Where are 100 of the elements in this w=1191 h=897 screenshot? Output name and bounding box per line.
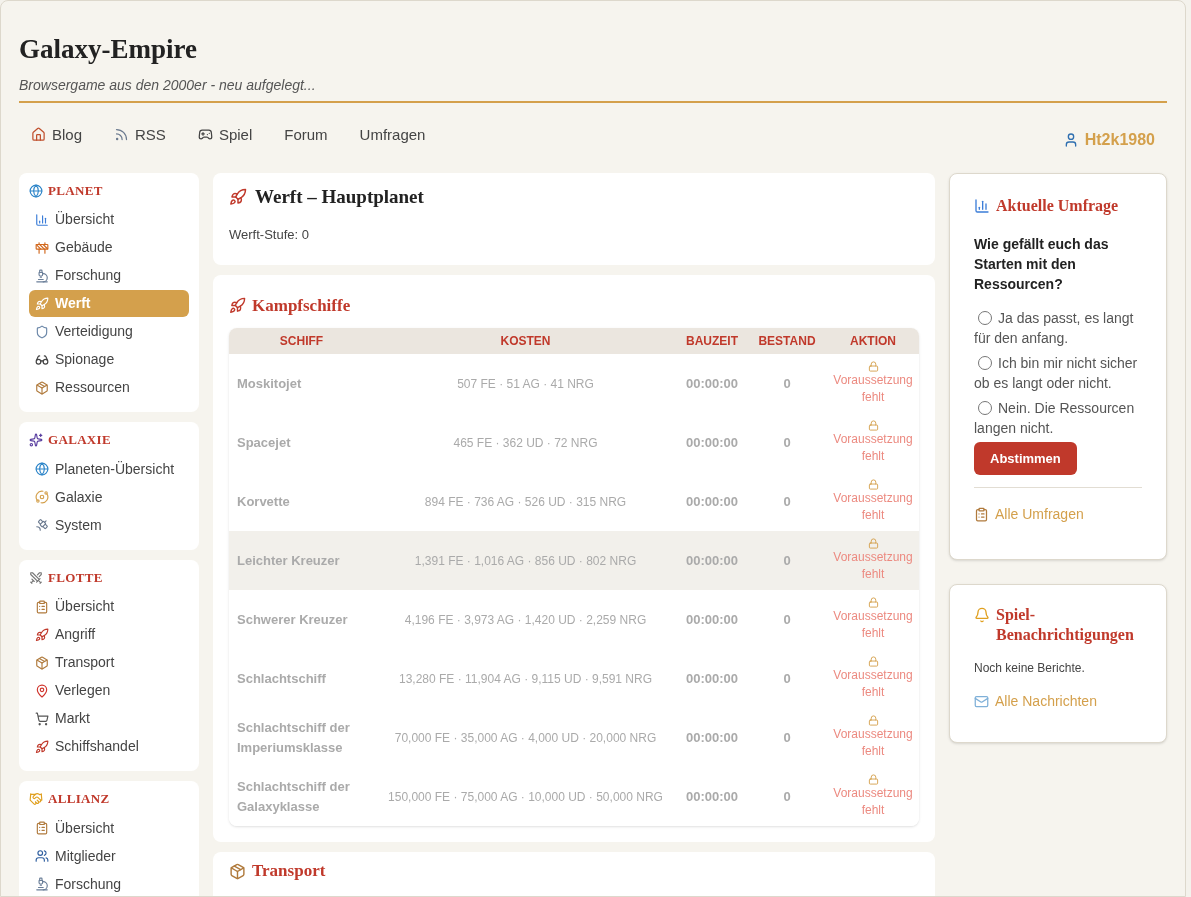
ship-cost: 465 FE · 362 UD · 72 NRG (452, 434, 599, 452)
notifications-title-text: Spiel-Benachrichtigungen (996, 604, 1135, 645)
sidebar-item[interactable]: Galaxie (29, 483, 189, 511)
requirement-missing: Voraussetzung fehlt (832, 549, 914, 584)
ship-stock: 0 (782, 670, 792, 688)
build-time: 00:00:00 (684, 552, 739, 570)
ship-cost: 70,000 FE · 35,000 AG · 4,000 UD · 20,000 NRG (393, 729, 658, 747)
bar-chart-icon (35, 212, 49, 227)
requirement-missing: Voraussetzung fehlt (832, 490, 914, 525)
sidebar-item[interactable]: Übersicht (29, 593, 189, 621)
poll-option[interactable]: Ich bin mir nicht sicher ob es langt oder nicht. (974, 352, 1142, 393)
build-time: 00:00:00 (684, 729, 739, 747)
poll-option[interactable]: Ja das passt, es langt für den anfang. (974, 307, 1142, 348)
nav-link[interactable]: Spiel (197, 123, 253, 146)
build-time: 00:00:00 (684, 375, 739, 393)
build-time: 00:00:00 (684, 493, 739, 511)
ship-cost: 150,000 FE · 75,000 AG · 10,000 UD · 50,000 NRG (387, 788, 664, 806)
clipboard-icon (35, 599, 49, 614)
page-title: Werft – Hauptplanet (229, 182, 919, 212)
column-header: SCHIFF (278, 333, 325, 351)
box-icon (35, 655, 49, 670)
sidebar-item[interactable]: System (29, 511, 189, 539)
ship-name: Korvette (236, 492, 291, 511)
sidebar-item[interactable]: Forschung (29, 262, 189, 290)
ship-stock: 0 (782, 375, 792, 393)
sidebar-item[interactable]: Verlegen (29, 677, 189, 705)
sidebar-item[interactable]: Spionage (29, 346, 189, 374)
sidebar-item[interactable]: Gebäude (29, 234, 189, 262)
poll-title: Aktuelle Umfrage (974, 193, 1142, 218)
ship-name: Schlachtschiff der Imperiumsklasse (236, 718, 351, 757)
shield-icon (35, 324, 49, 339)
section-title: Transport (252, 860, 326, 883)
sidebar-item[interactable]: Übersicht (29, 206, 189, 234)
ship-stock: 0 (782, 493, 792, 511)
ship-name: Schwerer Kreuzer (236, 610, 349, 629)
requirement-missing: Voraussetzung fehlt (832, 608, 914, 643)
sidebar-item[interactable]: Angriff (29, 621, 189, 649)
pin-icon (35, 683, 49, 698)
radio-button[interactable] (978, 355, 992, 370)
radio-button[interactable] (978, 400, 992, 415)
rocket-icon (35, 296, 49, 311)
microscope-icon (35, 268, 49, 283)
rocket-icon (229, 188, 247, 206)
sidebar-item[interactable]: Planeten-Übersicht (29, 455, 189, 483)
sidebar-item[interactable]: Transport (29, 649, 189, 677)
poll-option[interactable]: Nein. Die Ressourcen langen nicht. (974, 397, 1142, 438)
build-time: 00:00:00 (684, 611, 739, 629)
ship-name: Schlachtschiff der Galaxyklasse (236, 777, 351, 816)
requirement-missing: Voraussetzung fehlt (832, 372, 914, 407)
nav-link[interactable]: Blog (31, 123, 83, 146)
section-title: Kampfschiffe (229, 292, 919, 319)
rocket-icon (35, 627, 49, 642)
requirement-missing: Voraussetzung fehlt (832, 667, 914, 702)
ship-cost: 507 FE · 51 AG · 41 NRG (456, 375, 595, 393)
sidebar-item[interactable]: Übersicht (29, 814, 189, 842)
shipyard-level: Werft-Stufe: 0 (229, 226, 310, 245)
box-icon (35, 380, 49, 395)
sidebar-heading: GALAXIE (29, 430, 189, 450)
handshake-icon (29, 792, 43, 806)
sidebar-item[interactable]: Forschung (29, 870, 189, 896)
sidebar-item[interactable]: Verteidigung (29, 318, 189, 346)
ship-stock: 0 (782, 611, 792, 629)
sidebar-item[interactable]: Schiffshandel (29, 733, 189, 761)
column-header: BAUZEIT (685, 333, 739, 351)
nav-link[interactable]: RSS (114, 123, 166, 146)
ship-cost: 4,196 FE · 3,973 AG · 1,420 UD · 2,259 NRG (403, 611, 648, 629)
ship-name: Spacejet (236, 433, 292, 452)
rss-icon (114, 127, 130, 143)
nav-link[interactable]: Forum (284, 123, 328, 146)
ship-stock: 0 (782, 552, 792, 570)
build-time: 00:00:00 (684, 434, 739, 452)
microscope-icon (35, 877, 49, 892)
radio-button[interactable] (978, 310, 992, 325)
site-tagline: Browsergame aus den 2000er - neu aufgelegt... (19, 75, 317, 95)
ship-stock: 0 (782, 788, 792, 806)
nav-link[interactable]: Umfragen (359, 123, 426, 146)
ship-name: Schlachtschiff (236, 669, 327, 688)
requirement-missing: Voraussetzung fehlt (832, 431, 914, 466)
bell-icon (974, 606, 990, 623)
poll-question: Wie gefällt euch das Starten mit den Ressourcen? (974, 234, 1110, 294)
sidebar-item[interactable]: Ressourcen (29, 374, 189, 402)
sidebar-item[interactable]: Markt (29, 705, 189, 733)
ship-stock: 0 (782, 729, 792, 747)
globe-icon (29, 183, 43, 198)
notifications-empty: Noch keine Berichte. (974, 659, 1086, 677)
rocket-icon (229, 297, 246, 314)
mail-icon (974, 693, 989, 709)
build-time: 00:00:00 (684, 788, 739, 806)
column-header: BESTAND (757, 333, 817, 351)
planet-icon (35, 490, 49, 505)
vote-button[interactable]: Abstimmen (974, 441, 1077, 475)
ship-cost: 1,391 FE · 1,016 AG · 856 UD · 802 NRG (413, 552, 638, 570)
swords-icon (29, 570, 43, 585)
requirement-missing: Voraussetzung fehlt (832, 785, 914, 820)
sidebar-item[interactable]: Mitglieder (29, 842, 189, 870)
home-icon (31, 127, 46, 143)
requirement-missing: Voraussetzung fehlt (832, 726, 914, 761)
ship-name: Leichter Kreuzer (236, 551, 341, 570)
clipboard-icon (974, 506, 989, 522)
ship-stock: 0 (782, 434, 792, 452)
